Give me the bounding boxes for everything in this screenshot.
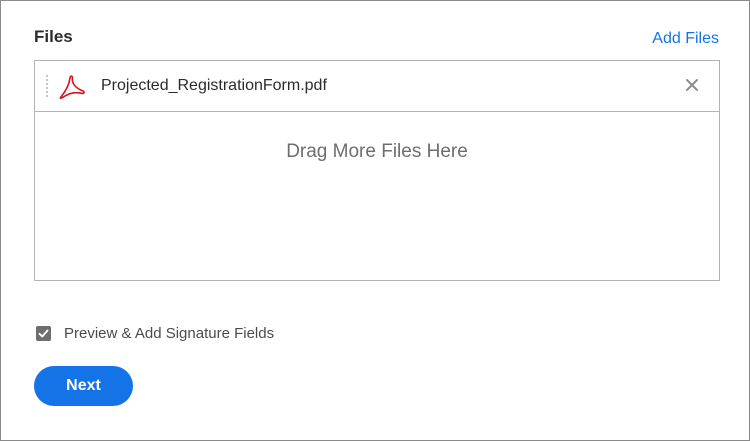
next-button[interactable]: Next [34,366,133,406]
file-row[interactable]: Projected_RegistrationForm.pdf [35,61,719,112]
files-dialog: Files Add Files Projected_RegistrationFo… [0,0,750,441]
file-panel: Projected_RegistrationForm.pdf Drag More… [34,60,720,281]
pdf-icon [59,75,85,99]
preview-option: Preview & Add Signature Fields [36,323,274,343]
add-files-link[interactable]: Add Files [652,30,719,48]
files-heading: Files [34,27,73,46]
drop-zone-text: Drag More Files Here [286,141,468,162]
drop-zone[interactable]: Drag More Files Here [35,112,719,280]
drag-handle-icon[interactable] [45,74,49,98]
preview-checkbox-label: Preview & Add Signature Fields [64,324,275,342]
close-icon[interactable] [683,76,701,94]
checkmark-icon [38,329,49,337]
file-name: Projected_RegistrationForm.pdf [101,77,327,94]
preview-checkbox[interactable] [36,325,51,341]
